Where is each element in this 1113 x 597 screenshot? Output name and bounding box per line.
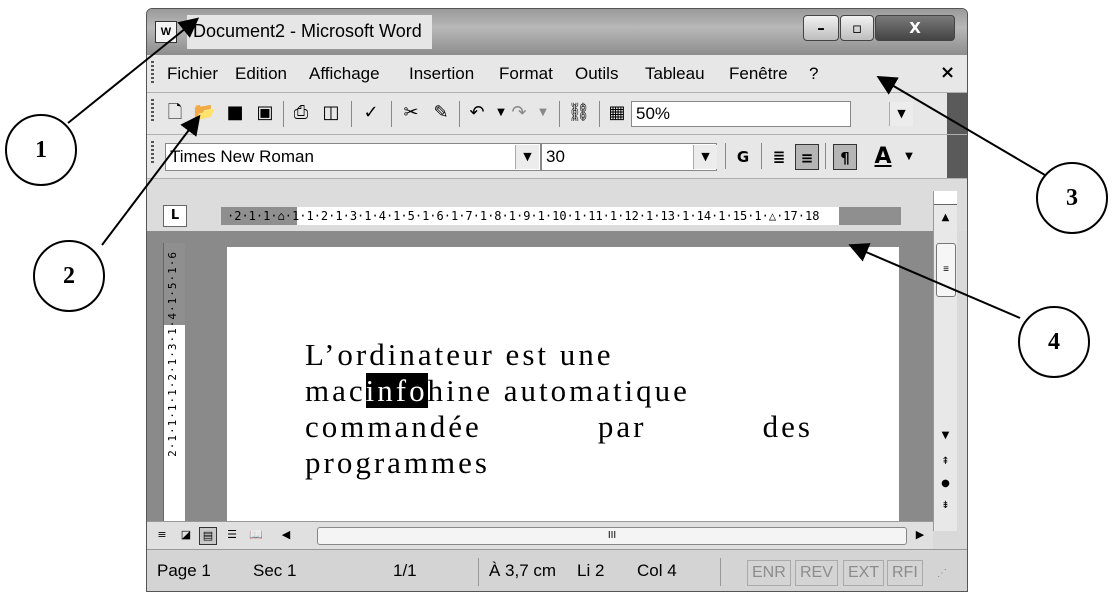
callout-4: 4 (1018, 306, 1090, 378)
arrow-2 (101, 114, 201, 246)
callout-3: 3 (1036, 162, 1108, 234)
callout-arrows (67, 17, 1051, 319)
arrow-3 (876, 75, 1051, 179)
arrow-4 (848, 243, 1021, 319)
callout-1: 1 (5, 114, 77, 186)
callout-2: 2 (33, 240, 105, 312)
arrow-1 (67, 17, 200, 124)
